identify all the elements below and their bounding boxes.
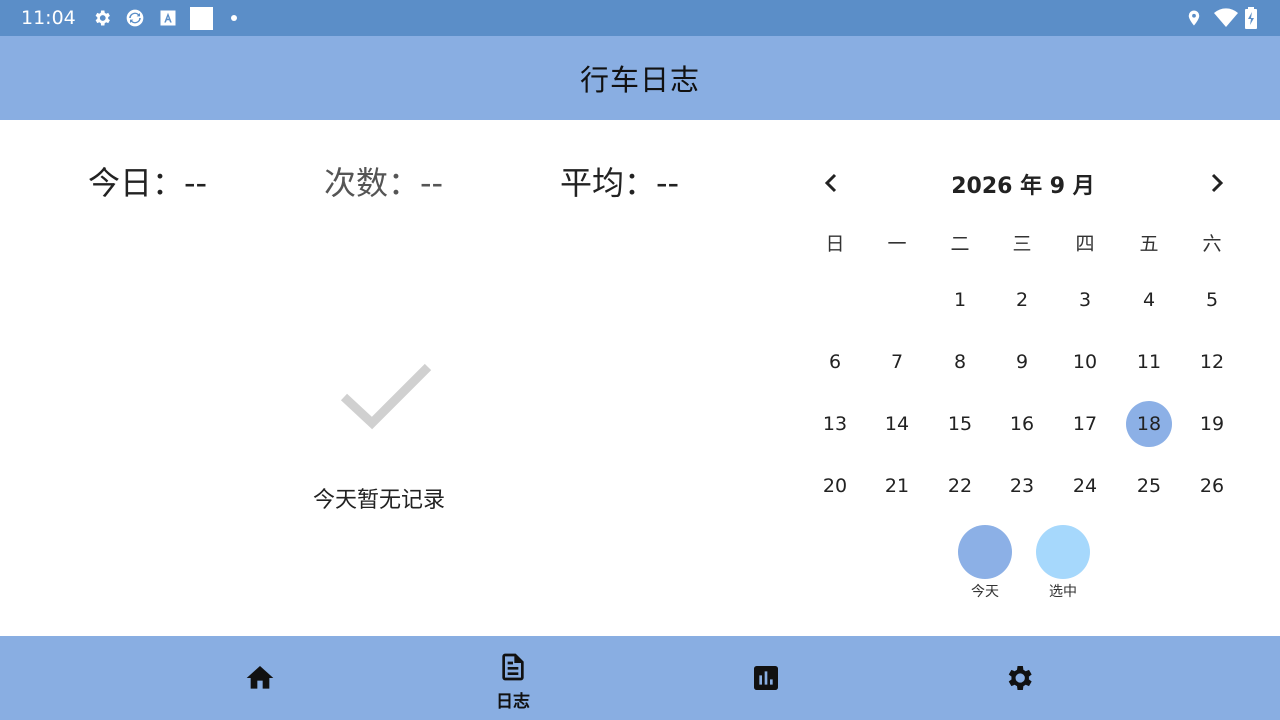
count-stat: 次数：--	[324, 164, 444, 202]
calendar-day[interactable]: 11	[1126, 339, 1172, 385]
calendar-day[interactable]: 5	[1189, 277, 1235, 323]
bottom-nav: 日志	[0, 636, 1280, 720]
weekday-header: 日	[825, 233, 845, 255]
calendar-day[interactable]: 17	[1062, 401, 1108, 447]
gear-icon	[1008, 666, 1032, 690]
calendar-day[interactable]: 20	[812, 463, 858, 509]
calendar-day[interactable]: 7	[874, 339, 920, 385]
calendar-day-today[interactable]: 18	[1126, 401, 1172, 447]
location-icon	[1184, 8, 1204, 28]
calendar-day[interactable]: 4	[1126, 277, 1172, 323]
weekday-header: 五	[1139, 233, 1159, 255]
legend-today-swatch	[958, 525, 1012, 579]
calendar-day[interactable]: 10	[1062, 339, 1108, 385]
status-bar: 11:04	[0, 0, 1280, 36]
check-icon	[340, 363, 432, 430]
weekday-header: 一	[887, 233, 907, 255]
chart-icon	[754, 666, 778, 690]
nav-log[interactable]: 日志	[473, 636, 553, 720]
calendar-day[interactable]: 12	[1189, 339, 1235, 385]
weekday-header: 六	[1202, 233, 1222, 255]
calendar-day[interactable]: 3	[1062, 277, 1108, 323]
legend-selected-label: 选中	[1049, 584, 1077, 600]
gear-icon	[92, 8, 112, 28]
empty-state-text: 今天暂无记录	[313, 488, 446, 513]
calendar-day[interactable]: 14	[874, 401, 920, 447]
calendar-day[interactable]: 24	[1062, 463, 1108, 509]
chevron-left-icon	[824, 173, 837, 193]
white-square-icon	[190, 7, 213, 30]
calendar-day[interactable]: 15	[937, 401, 983, 447]
calendar-day[interactable]: 26	[1189, 463, 1235, 509]
nav-log-label: 日志	[496, 692, 530, 712]
nav-stats[interactable]	[726, 636, 806, 720]
weekday-header: 三	[1012, 233, 1032, 255]
sync-icon	[125, 8, 145, 28]
calendar-day[interactable]: 13	[812, 401, 858, 447]
nav-settings[interactable]	[979, 636, 1059, 720]
calendar-day[interactable]: 22	[937, 463, 983, 509]
average-stat: 平均：--	[560, 164, 680, 202]
weekday-header: 二	[950, 233, 970, 255]
prev-month-button[interactable]	[816, 168, 846, 198]
calendar-day[interactable]: 19	[1189, 401, 1235, 447]
wifi-icon	[1214, 8, 1238, 28]
calendar-day[interactable]: 25	[1126, 463, 1172, 509]
weekday-header: 四	[1075, 233, 1095, 255]
home-icon	[246, 666, 274, 689]
today-stat: 今日：--	[88, 164, 208, 202]
calendar-day[interactable]: 6	[812, 339, 858, 385]
calendar-day[interactable]: 8	[937, 339, 983, 385]
document-icon	[502, 653, 524, 681]
status-time: 11:04	[21, 7, 76, 29]
calendar-day[interactable]: 2	[999, 277, 1045, 323]
next-month-button[interactable]	[1202, 168, 1232, 198]
nav-home[interactable]	[220, 636, 300, 720]
calendar-day[interactable]: 16	[999, 401, 1045, 447]
battery-charging-icon	[1244, 7, 1258, 29]
app-bar: 行车日志	[0, 36, 1280, 120]
calendar-month-title: 2026 年 9 月	[951, 174, 1095, 199]
chevron-right-icon	[1211, 173, 1224, 193]
legend-selected-swatch	[1036, 525, 1090, 579]
page-title: 行车日志	[579, 63, 700, 97]
dot-icon	[231, 15, 237, 21]
calendar-day[interactable]: 9	[999, 339, 1045, 385]
calendar-day[interactable]: 23	[999, 463, 1045, 509]
text-a-icon	[158, 8, 178, 28]
calendar-day[interactable]: 1	[937, 277, 983, 323]
legend-today-label: 今天	[971, 584, 999, 600]
calendar-day[interactable]: 21	[874, 463, 920, 509]
